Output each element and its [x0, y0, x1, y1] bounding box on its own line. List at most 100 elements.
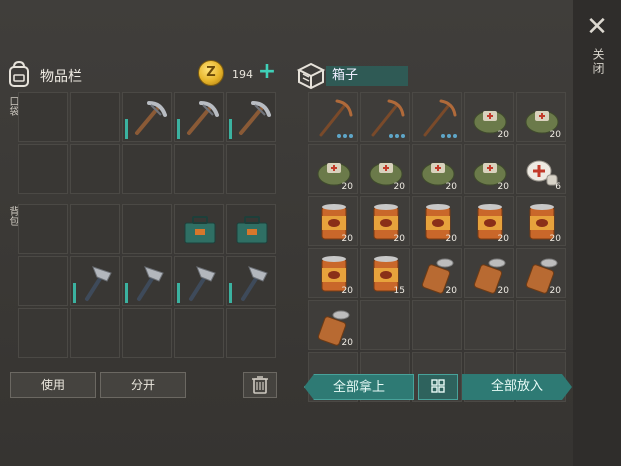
item-count: 20: [393, 182, 405, 192]
durability-bar: [125, 283, 128, 303]
box-slot[interactable]: 20: [360, 144, 410, 194]
box-slot[interactable]: 20: [308, 300, 358, 350]
backpack-slot[interactable]: [18, 256, 68, 306]
pocket-slot[interactable]: [174, 92, 224, 142]
box-slot[interactable]: 15: [360, 248, 410, 298]
box-header: 箱子: [296, 60, 416, 90]
box-slot[interactable]: 20: [412, 196, 462, 246]
close-label[interactable]: 关闭: [587, 48, 607, 76]
item-count: 20: [497, 234, 509, 244]
backpack-slot[interactable]: [226, 204, 276, 254]
backpack-slot[interactable]: [122, 256, 172, 306]
pocket-grid: [18, 92, 278, 194]
coin-icon: Z: [198, 60, 224, 86]
put-all-button[interactable]: 全部放入: [462, 374, 572, 400]
box-slot[interactable]: 20: [308, 196, 358, 246]
item-count: 20: [341, 182, 353, 192]
box-icon: [296, 62, 326, 90]
crossbow-pickaxe-icon: [417, 97, 459, 139]
take-all-button[interactable]: 全部拿上: [304, 374, 414, 400]
split-button[interactable]: 分开: [100, 372, 186, 398]
box-slot[interactable]: 20: [308, 144, 358, 194]
backpack-slot[interactable]: [226, 256, 276, 306]
box-slot[interactable]: 20: [464, 248, 514, 298]
box-slot[interactable]: 20: [464, 144, 514, 194]
backpack-slot[interactable]: [174, 308, 224, 358]
backpack-slot[interactable]: [18, 204, 68, 254]
box-slot[interactable]: 20: [464, 196, 514, 246]
durability-bar: [73, 283, 76, 303]
item-count: 20: [497, 182, 509, 192]
pocket-slot[interactable]: [226, 92, 276, 142]
box-slot[interactable]: [412, 92, 462, 142]
item-count: 20: [497, 130, 509, 140]
pocket-slot[interactable]: [70, 144, 120, 194]
box-slot[interactable]: [516, 300, 566, 350]
hammer-icon: [179, 261, 221, 303]
box-slot[interactable]: [464, 300, 514, 350]
pocket-slot[interactable]: [122, 92, 172, 142]
close-icon[interactable]: ✕: [585, 14, 609, 40]
use-button[interactable]: 使用: [10, 372, 96, 398]
quality-dots: [389, 134, 405, 138]
inventory-header: 物品栏 Z 194 +: [6, 58, 276, 92]
quality-dots: [337, 134, 353, 138]
pocket-slot[interactable]: [122, 144, 172, 194]
trash-button[interactable]: [243, 372, 277, 398]
box-slot[interactable]: 6: [516, 144, 566, 194]
box-slot[interactable]: 20: [412, 144, 462, 194]
box-slot[interactable]: 20: [412, 248, 462, 298]
item-count: 20: [549, 130, 561, 140]
item-count: 20: [341, 286, 353, 296]
box-slot[interactable]: 20: [516, 196, 566, 246]
toolbox-icon: [231, 209, 273, 251]
item-count: 6: [555, 182, 561, 192]
backpack-slot[interactable]: [226, 308, 276, 358]
hammer-icon: [231, 261, 273, 303]
box-slot[interactable]: [412, 300, 462, 350]
backpack-icon: [9, 60, 29, 87]
add-coins-button[interactable]: +: [257, 61, 277, 83]
backpack-slot[interactable]: [174, 256, 224, 306]
item-count: 20: [549, 234, 561, 244]
pocket-slot[interactable]: [70, 92, 120, 142]
backpack-slot[interactable]: [70, 204, 120, 254]
sort-icon: [431, 379, 445, 393]
box-slot[interactable]: [360, 92, 410, 142]
pocket-slot[interactable]: [18, 92, 68, 142]
box-title: 箱子: [326, 66, 408, 86]
item-count: 20: [393, 234, 405, 244]
backpack-slot[interactable]: [122, 204, 172, 254]
pickaxe-icon: [127, 97, 169, 139]
trash-icon: [252, 376, 268, 394]
crossbow-pickaxe-icon: [365, 97, 407, 139]
pocket-slot[interactable]: [18, 144, 68, 194]
backpack-slot[interactable]: [18, 308, 68, 358]
box-slot[interactable]: [360, 300, 410, 350]
box-slot[interactable]: [308, 92, 358, 142]
box-slot[interactable]: 20: [308, 248, 358, 298]
durability-bar: [229, 283, 232, 303]
hammer-icon: [127, 261, 169, 303]
durability-bar: [125, 119, 128, 139]
box-slot[interactable]: 20: [516, 92, 566, 142]
backpack-slot[interactable]: [174, 204, 224, 254]
backpack-grid: [18, 204, 278, 358]
pocket-slot[interactable]: [174, 144, 224, 194]
pocket-slot[interactable]: [226, 144, 276, 194]
backpack-slot[interactable]: [70, 256, 120, 306]
box-slot[interactable]: 20: [464, 92, 514, 142]
pocket-label: 口袋: [7, 96, 18, 116]
box-grid: 20 20 20 20 20 20 6 20 20 20 20 20 20 15 20 20 20 20: [308, 92, 568, 402]
box-slot[interactable]: 20: [360, 196, 410, 246]
game-screen: ✕ 关闭 物品栏 Z 194 + 箱子 口袋 背包 20 20 20 20 20 20 6 2…: [0, 0, 621, 466]
close-panel: ✕ 关闭: [573, 0, 621, 466]
backpack-slot[interactable]: [70, 308, 120, 358]
quality-dots: [441, 134, 457, 138]
durability-bar: [177, 283, 180, 303]
item-count: 20: [445, 286, 457, 296]
backpack-slot[interactable]: [122, 308, 172, 358]
box-slot[interactable]: 20: [516, 248, 566, 298]
sort-button[interactable]: [418, 374, 458, 400]
item-count: 20: [445, 182, 457, 192]
